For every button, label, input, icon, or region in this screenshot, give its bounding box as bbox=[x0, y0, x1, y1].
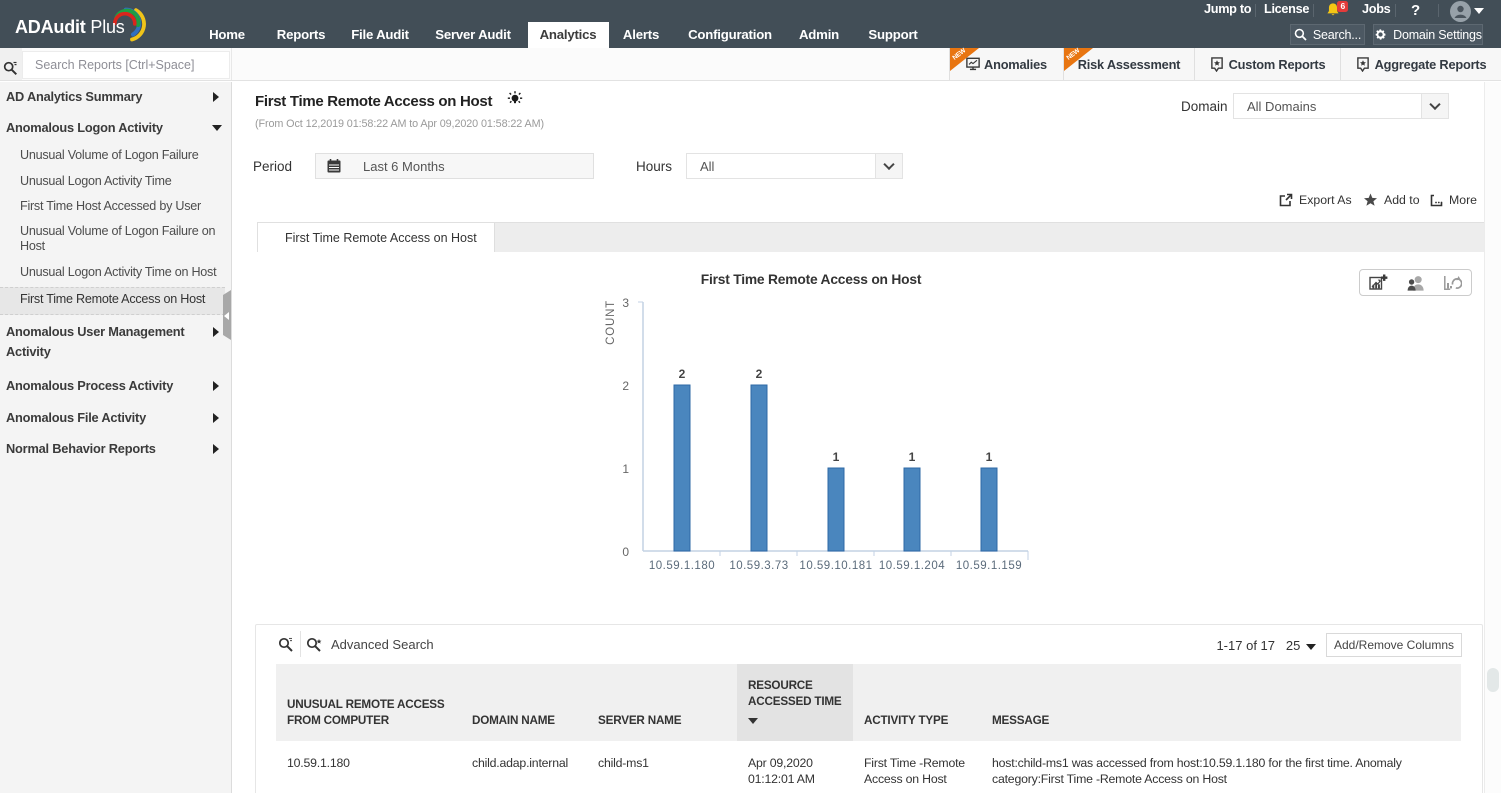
svg-text:10.59.1.180: 10.59.1.180 bbox=[649, 560, 715, 572]
svg-text:1: 1 bbox=[986, 450, 993, 464]
svg-text:10.59.3.73: 10.59.3.73 bbox=[729, 560, 788, 572]
svg-text:1: 1 bbox=[622, 462, 629, 476]
svg-text:3: 3 bbox=[622, 296, 629, 310]
svg-text:1: 1 bbox=[833, 450, 840, 464]
svg-text:1: 1 bbox=[909, 450, 916, 464]
svg-text:0: 0 bbox=[622, 545, 629, 559]
svg-text:2: 2 bbox=[622, 379, 629, 393]
svg-text:2: 2 bbox=[679, 367, 686, 381]
svg-text:10.59.1.159: 10.59.1.159 bbox=[956, 560, 1022, 572]
svg-text:COUNT: COUNT bbox=[605, 300, 617, 345]
svg-text:10.59.10.181: 10.59.10.181 bbox=[799, 560, 872, 572]
svg-text:2: 2 bbox=[756, 367, 763, 381]
svg-text:10.59.1.204: 10.59.1.204 bbox=[879, 560, 945, 572]
